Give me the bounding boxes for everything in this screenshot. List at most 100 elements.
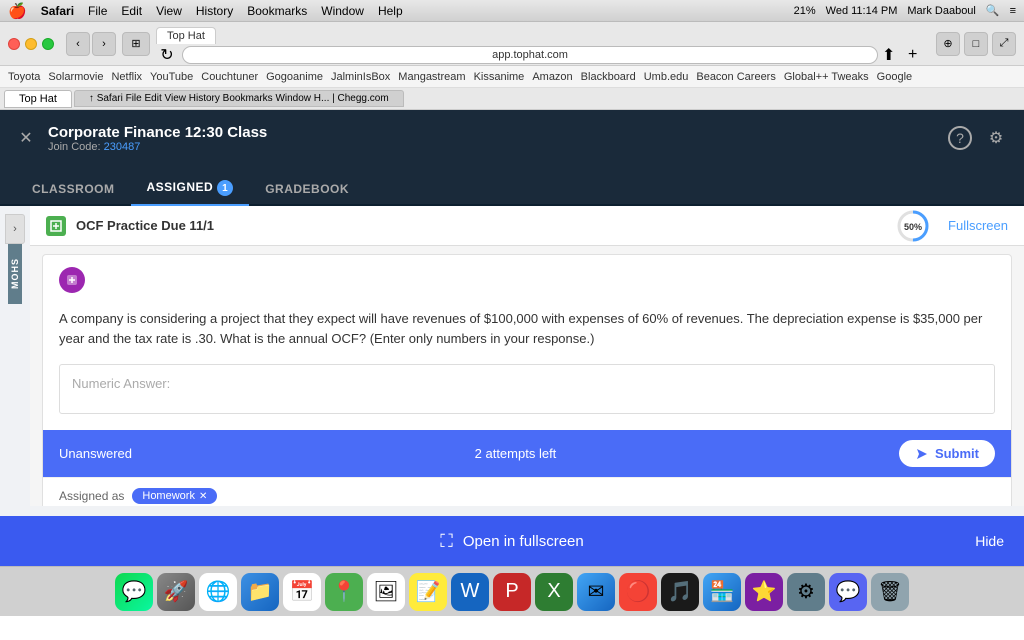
question-1-text: A company is considering a project that … [59, 309, 995, 348]
menu-bookmarks[interactable]: Bookmarks [247, 4, 307, 18]
dock-powerpoint[interactable]: P [493, 573, 531, 611]
app-name[interactable]: Safari [41, 4, 74, 18]
search-icon[interactable]: 🔍 [986, 4, 1000, 17]
assigned-as-label: Assigned as [59, 489, 124, 503]
dock-notes[interactable]: 📝 [409, 573, 447, 611]
assigned-as-row: Assigned as Homework ✕ [43, 477, 1011, 506]
fullscreen-bar-icon: ⛶ [440, 531, 453, 552]
bookmark-couchtuner[interactable]: Couchtuner [201, 71, 258, 83]
assigned-badge: 1 [217, 180, 233, 196]
dock-messages[interactable]: 💬 [115, 573, 153, 611]
dock-do-not-disturb[interactable]: 🔴 [619, 573, 657, 611]
dock-calendar[interactable]: 📅 [283, 573, 321, 611]
dock-excel[interactable]: X [535, 573, 573, 611]
menu-view[interactable]: View [156, 4, 182, 18]
tab-gradebook[interactable]: GRADEBOOK [249, 174, 365, 206]
forward-button[interactable]: › [92, 32, 116, 56]
answer-placeholder: Numeric Answer: [72, 376, 170, 391]
tab-assigned[interactable]: ASSIGNED1 [131, 172, 250, 207]
bookmark-amazon[interactable]: Amazon [532, 71, 572, 83]
tab-overview-button[interactable]: ⊞ [122, 32, 150, 56]
menu-bar: 🍎 Safari File Edit View History Bookmark… [0, 0, 1024, 22]
svg-text:50%: 50% [904, 222, 922, 232]
bookmark-youtube[interactable]: YouTube [150, 71, 193, 83]
share-button[interactable]: ⬆ [882, 45, 904, 65]
dock-launchpad[interactable]: 🚀 [157, 573, 195, 611]
apple-logo: 🍎 [8, 2, 27, 20]
remove-tag-button[interactable]: ✕ [199, 491, 207, 502]
extensions-button[interactable]: ⊕ [936, 32, 960, 56]
back-button[interactable]: ‹ [66, 32, 90, 56]
dock-finder[interactable]: 📁 [241, 573, 279, 611]
submit-button[interactable]: Submit [899, 440, 995, 467]
hide-button[interactable]: Hide [975, 533, 1004, 549]
list-icon[interactable]: ≡ [1010, 5, 1016, 17]
dock-photos[interactable]: 🖼 [367, 573, 405, 611]
zoom-button[interactable]: ⤢ [992, 32, 1016, 56]
fullscreen-link[interactable]: Fullscreen [948, 218, 1008, 233]
fullscreen-bar[interactable]: ⛶ Open in fullscreen Hide [0, 516, 1024, 566]
tab-chegg[interactable]: ↑ Safari File Edit View History Bookmark… [74, 90, 404, 107]
reload-button[interactable]: ↻ [156, 46, 178, 64]
sidebar-toggle: › MOHS [0, 206, 30, 516]
collapse-sidebar-button[interactable]: › [5, 214, 25, 244]
assignment-bar: OCF Practice Due 11/1 50% Fullscreen [30, 206, 1024, 246]
dock-star[interactable]: ⭐ [745, 573, 783, 611]
bookmark-toyota[interactable]: Toyota [8, 71, 40, 83]
menu-file[interactable]: File [88, 4, 107, 18]
homework-tag: Homework ✕ [132, 488, 217, 504]
answer-input[interactable]: Numeric Answer: [59, 364, 995, 414]
nav-tabs: CLASSROOM ASSIGNED1 GRADEBOOK [0, 166, 1024, 206]
menu-help[interactable]: Help [378, 4, 403, 18]
minimize-window-button[interactable] [25, 38, 37, 50]
dock-settings2[interactable]: ⚙ [787, 573, 825, 611]
menu-window[interactable]: Window [321, 4, 364, 18]
tab-tophat[interactable]: Top Hat [4, 90, 72, 108]
bookmark-solarmovie[interactable]: Solarmovie [48, 71, 103, 83]
bookmark-netflix[interactable]: Netflix [111, 71, 142, 83]
progress-circle: 50% [896, 209, 930, 243]
dock-word[interactable]: W [451, 573, 489, 611]
bookmark-global[interactable]: Global++ Tweaks [784, 71, 869, 83]
dock-mail[interactable]: ✉ [577, 573, 615, 611]
browser-tab-tophat[interactable]: Top Hat [156, 27, 216, 44]
assignment-icon [46, 216, 66, 236]
dock-safari[interactable]: 🌐 [199, 573, 237, 611]
settings-icon[interactable]: ⚙ [984, 126, 1008, 150]
close-window-button[interactable] [8, 38, 20, 50]
dock-discord[interactable]: 💬 [829, 573, 867, 611]
question-1-status-bar: Unanswered 2 attempts left Submit [43, 430, 1011, 477]
dock-maps[interactable]: 📍 [325, 573, 363, 611]
close-button[interactable]: ✕ [16, 128, 36, 148]
bookmark-beacon[interactable]: Beacon Careers [696, 71, 776, 83]
bookmark-gogoanime[interactable]: Gogoanime [266, 71, 323, 83]
app-header: ✕ Corporate Finance 12:30 Class Join Cod… [0, 110, 1024, 166]
dock-music[interactable]: 🎵 [661, 573, 699, 611]
sidebar-button[interactable]: □ [964, 32, 988, 56]
bookmark-blackboard[interactable]: Blackboard [581, 71, 636, 83]
user-name: Mark Daaboul [907, 5, 975, 17]
join-code-label: Join Code: 230487 [48, 141, 267, 153]
dock-app-store[interactable]: 🏪 [703, 573, 741, 611]
question-1-type-icon [59, 267, 85, 293]
help-icon[interactable]: ? [948, 126, 972, 150]
bookmark-google[interactable]: Google [877, 71, 912, 83]
menu-history[interactable]: History [196, 4, 233, 18]
dock: 💬 🚀 🌐 📁 📅 📍 🖼 📝 W P X ✉ 🔴 🎵 🏪 ⭐ ⚙ 💬 🗑 [0, 566, 1024, 616]
fullscreen-window-button[interactable] [42, 38, 54, 50]
fullscreen-bar-label: Open in fullscreen [463, 533, 584, 550]
assignment-title: OCF Practice Due 11/1 [76, 218, 214, 233]
question-1-card: A company is considering a project that … [42, 254, 1012, 506]
menu-edit[interactable]: Edit [121, 4, 142, 18]
browser-chrome: ‹ › ⊞ Top Hat ↻ app.tophat.com ⬆ + ⊕ □ ⤢ [0, 22, 1024, 66]
dock-trash[interactable]: 🗑 [871, 573, 909, 611]
bookmark-mangastream[interactable]: Mangastream [398, 71, 465, 83]
tab-classroom[interactable]: CLASSROOM [16, 174, 131, 206]
content-area: › MOHS OCF Practice Due 11/1 50% [0, 206, 1024, 516]
bookmark-jalminisbox[interactable]: JalminIsBox [331, 71, 390, 83]
bookmark-kissanime[interactable]: Kissanime [474, 71, 525, 83]
bookmark-umb[interactable]: Umb.edu [644, 71, 689, 83]
url-bar[interactable]: app.tophat.com [182, 46, 878, 64]
add-tab-button[interactable]: + [908, 46, 930, 64]
clock: Wed 11:14 PM [826, 5, 898, 17]
